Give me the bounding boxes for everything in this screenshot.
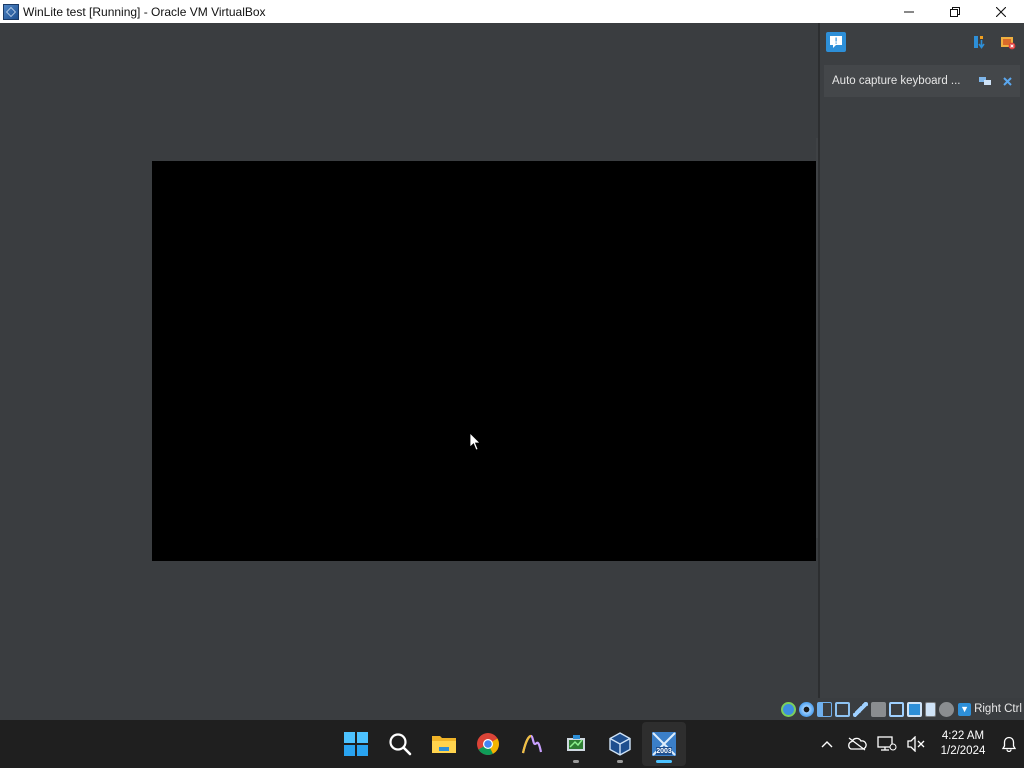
- notification-center-panel: Auto capture keyboard ...: [818, 23, 1024, 698]
- network-icon: [877, 736, 897, 751]
- vm-screen[interactable]: [152, 161, 816, 561]
- app-icon: [521, 734, 543, 754]
- notification-item[interactable]: Auto capture keyboard ...: [824, 65, 1020, 97]
- restore-icon: [950, 6, 960, 17]
- help-icon: [979, 77, 991, 85]
- clock-time: 4:22 AM: [941, 730, 985, 742]
- running-indicator: [617, 760, 623, 763]
- clock-date: 1/2/2024: [940, 745, 986, 757]
- mouse-cursor-icon: [470, 433, 481, 451]
- hard-disk-status-icon[interactable]: [781, 701, 797, 717]
- audio-status-icon[interactable]: [817, 701, 833, 717]
- active-indicator: [656, 760, 672, 763]
- chrome-icon: [477, 733, 499, 755]
- recording-status-icon[interactable]: [907, 701, 923, 717]
- virtualbox-manager-icon: [567, 735, 585, 751]
- window-title-bar: WinLite test [Running] - Oracle VM Virtu…: [0, 0, 1024, 23]
- cloud-offline-icon: [848, 737, 867, 751]
- vm-display-area[interactable]: [0, 23, 818, 698]
- usb-status-icon[interactable]: [853, 701, 869, 717]
- app-button[interactable]: [510, 722, 554, 766]
- notifications-button[interactable]: [994, 720, 1024, 768]
- message-icon: [830, 36, 842, 48]
- panel-toolbar: [820, 23, 1024, 61]
- host-key-arrow-icon: ▼: [958, 702, 972, 716]
- system-tray: 4:22 AM 1/2/2024: [812, 720, 1024, 768]
- host-key-indicator[interactable]: ▼ Right Ctrl: [958, 702, 1022, 716]
- mouse-integration-status-icon[interactable]: [939, 701, 955, 717]
- clear-all-icon: [1001, 37, 1016, 50]
- sort-icon: [974, 36, 985, 49]
- search-button[interactable]: [378, 722, 422, 766]
- sort-notifications-button[interactable]: [970, 32, 990, 52]
- vm-window-button[interactable]: 2003: [642, 722, 686, 766]
- virtualbox-manager-button[interactable]: [554, 722, 598, 766]
- restore-button[interactable]: [932, 0, 978, 23]
- chrome-button[interactable]: [466, 722, 510, 766]
- shared-folders-status-icon[interactable]: [871, 701, 887, 717]
- notification-text: Auto capture keyboard ...: [832, 75, 961, 87]
- notification-close-button[interactable]: [1000, 74, 1014, 88]
- vm-icon-label: 2003: [656, 748, 672, 755]
- clear-notifications-button[interactable]: [998, 32, 1018, 52]
- minimize-button[interactable]: [886, 0, 932, 23]
- notification-help-button[interactable]: [978, 74, 992, 88]
- close-button[interactable]: [978, 0, 1024, 23]
- folder-icon: [432, 736, 456, 753]
- virtualbox-app-icon: [3, 3, 19, 20]
- vm-status-bar: ▼ Right Ctrl: [0, 698, 1024, 720]
- volume-muted-icon: [907, 736, 925, 752]
- display-status-icon[interactable]: [889, 701, 905, 717]
- network-status-icon[interactable]: [835, 701, 851, 717]
- volume-button[interactable]: [902, 720, 932, 768]
- virtualbox-button[interactable]: [598, 722, 642, 766]
- search-icon: [389, 733, 412, 756]
- windows-taskbar: 2003 4:22 AM 1/2/2024: [0, 720, 1024, 768]
- window-title: WinLite test [Running] - Oracle VM Virtu…: [23, 4, 266, 19]
- close-icon: [1002, 76, 1012, 86]
- bell-icon: [1001, 736, 1017, 752]
- windows-logo-icon: [344, 732, 368, 756]
- network-button[interactable]: [872, 720, 902, 768]
- show-hidden-icons-button[interactable]: [812, 720, 842, 768]
- file-explorer-button[interactable]: [422, 722, 466, 766]
- virtualbox-icon: [609, 732, 631, 756]
- notification-messages-button[interactable]: [826, 32, 846, 52]
- cpu-status-icon[interactable]: [925, 701, 937, 717]
- onedrive-button[interactable]: [842, 720, 872, 768]
- close-icon: [996, 6, 1006, 17]
- chevron-up-icon: [821, 741, 833, 748]
- start-button[interactable]: [334, 722, 378, 766]
- running-indicator: [573, 760, 579, 763]
- minimize-icon: [904, 11, 914, 12]
- optical-drive-status-icon[interactable]: [799, 701, 815, 717]
- taskbar-clock[interactable]: 4:22 AM 1/2/2024: [932, 729, 994, 759]
- host-key-label: Right Ctrl: [974, 703, 1022, 715]
